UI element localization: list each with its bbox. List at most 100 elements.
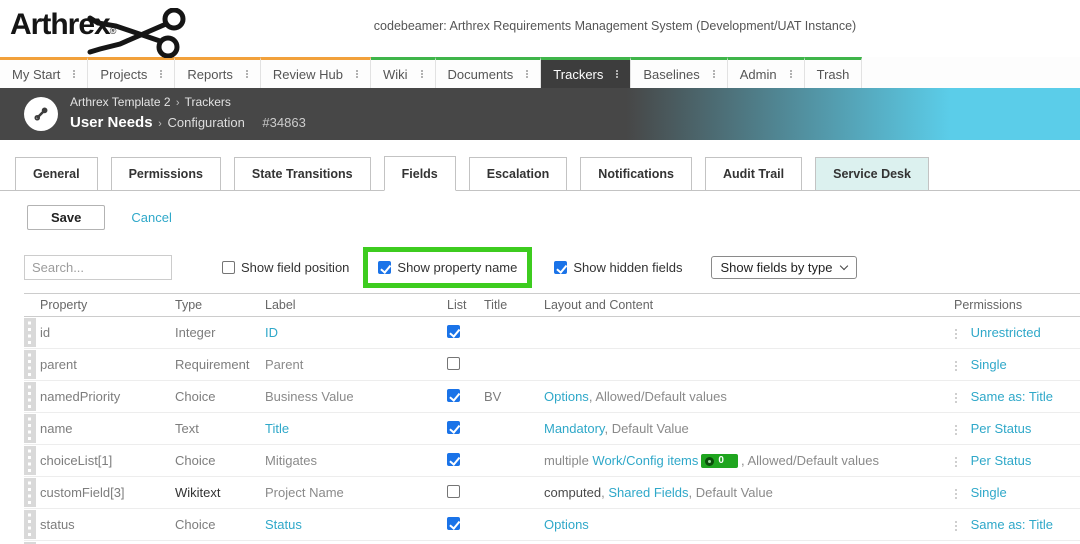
- nav-item-trash[interactable]: Trash: [805, 57, 863, 88]
- save-button[interactable]: Save: [27, 205, 105, 230]
- permission-link[interactable]: Same as: Title: [971, 389, 1053, 404]
- checkbox-label: Show hidden fields: [573, 260, 682, 275]
- drag-handle[interactable]: [24, 510, 36, 539]
- drag-handle[interactable]: [24, 446, 36, 475]
- permission-dots-icon: [955, 397, 957, 399]
- list-checkbox[interactable]: [447, 453, 460, 466]
- arthrex-logo[interactable]: Arthrex®: [10, 8, 200, 56]
- menu-dots-icon[interactable]: [421, 73, 423, 75]
- breadcrumb-section[interactable]: Trackers: [185, 95, 231, 109]
- nav-item-admin[interactable]: Admin: [728, 57, 805, 88]
- list-checkbox[interactable]: [447, 421, 460, 434]
- nav-item-label: Reports: [187, 67, 233, 82]
- app-header: Arthrex® codebeamer: Arthrex Requirement…: [0, 0, 1080, 57]
- layout-and-content: computed, Shared Fields, Default Value: [544, 485, 773, 500]
- permission-link[interactable]: Single: [971, 485, 1007, 500]
- field-type: Requirement: [175, 357, 249, 372]
- menu-dots-icon[interactable]: [713, 73, 715, 75]
- tab-notifications[interactable]: Notifications: [580, 157, 692, 191]
- menu-dots-icon[interactable]: [73, 73, 75, 75]
- list-checkbox[interactable]: [447, 485, 460, 498]
- key-icon: [32, 105, 50, 123]
- permission-link[interactable]: Same as: Title: [971, 517, 1053, 532]
- drag-handle[interactable]: [24, 350, 36, 379]
- page-title: Configuration: [167, 115, 244, 130]
- nav-item-trackers[interactable]: Trackers: [541, 57, 631, 88]
- list-checkbox[interactable]: [447, 517, 460, 530]
- nav-item-label: Review Hub: [273, 67, 343, 82]
- filters-row: Show field position Show property name S…: [24, 254, 1080, 280]
- drag-handle[interactable]: [24, 318, 36, 347]
- permission-link[interactable]: Per Status: [971, 453, 1032, 468]
- permission-dots-icon: [955, 333, 957, 335]
- scissors-icon: [86, 8, 190, 58]
- breadcrumb-separator: ›: [174, 97, 182, 109]
- cancel-link[interactable]: Cancel: [131, 210, 171, 225]
- filter-show-hidden-fields[interactable]: Show hidden fields: [554, 260, 682, 275]
- nav-item-review-hub[interactable]: Review Hub: [261, 57, 371, 88]
- permission-link[interactable]: Unrestricted: [971, 325, 1041, 340]
- field-label: ID: [265, 325, 278, 340]
- breadcrumb-project[interactable]: Arthrex Template 2: [70, 95, 171, 109]
- property-name: id: [40, 325, 50, 340]
- permission-dots-icon: [955, 493, 957, 495]
- filter-show-field-position[interactable]: Show field position: [222, 260, 349, 275]
- nav-item-baselines[interactable]: Baselines: [631, 57, 727, 88]
- list-checkbox[interactable]: [447, 325, 460, 338]
- drag-handle[interactable]: [24, 382, 36, 411]
- nav-item-documents[interactable]: Documents: [436, 57, 542, 88]
- nav-item-label: Trackers: [553, 67, 603, 82]
- checkbox-label: Show property name: [397, 260, 517, 275]
- nav-item-label: My Start: [12, 67, 60, 82]
- actions-row: Save Cancel: [27, 205, 1080, 230]
- tab-audit-trail[interactable]: Audit Trail: [705, 157, 802, 191]
- permission-link[interactable]: Per Status: [971, 421, 1032, 436]
- main-nav: My Start Projects Reports Review Hub Wik…: [0, 57, 1080, 88]
- chevron-down-icon: [839, 261, 847, 269]
- checkbox[interactable]: [554, 261, 567, 274]
- tracker-config-icon[interactable]: [24, 97, 58, 131]
- tab-label: Audit Trail: [723, 167, 784, 181]
- tab-label: General: [33, 167, 80, 181]
- permission-link[interactable]: Single: [971, 357, 1007, 372]
- nav-item-projects[interactable]: Projects: [88, 57, 175, 88]
- search-input[interactable]: [24, 255, 172, 280]
- permission-dots-icon: [955, 525, 957, 527]
- checkbox[interactable]: [222, 261, 235, 274]
- tab-escalation[interactable]: Escalation: [469, 157, 568, 191]
- menu-dots-icon[interactable]: [790, 73, 792, 75]
- menu-dots-icon[interactable]: [356, 73, 358, 75]
- tab-label: Notifications: [598, 167, 674, 181]
- tab-general[interactable]: General: [15, 157, 98, 191]
- permission-dots-icon: [955, 461, 957, 463]
- gear-count-badge[interactable]: 0: [701, 454, 738, 468]
- menu-dots-icon[interactable]: [526, 73, 528, 75]
- checkbox[interactable]: [378, 261, 391, 274]
- tab-fields[interactable]: Fields: [384, 156, 456, 191]
- property-name: choiceList[1]: [40, 453, 112, 468]
- title-abbreviation: BV: [484, 389, 501, 404]
- menu-dots-icon[interactable]: [160, 73, 162, 75]
- table-row-status: status Choice Status Options Same as: Ti…: [24, 509, 1080, 541]
- menu-dots-icon[interactable]: [616, 73, 618, 75]
- show-fields-by-type-select[interactable]: Show fields by type: [711, 256, 857, 279]
- list-checkbox[interactable]: [447, 357, 460, 370]
- layout-and-content: multiple Work/Config items0, Allowed/Def…: [544, 453, 879, 468]
- filter-show-property-name[interactable]: Show property name: [363, 247, 532, 288]
- field-type: Wikitext: [175, 485, 221, 500]
- tab-permissions[interactable]: Permissions: [111, 157, 221, 191]
- filter-checkboxes: Show field position Show property name S…: [222, 260, 699, 275]
- tab-service-desk[interactable]: Service Desk: [815, 157, 929, 191]
- menu-dots-icon[interactable]: [246, 73, 248, 75]
- drag-handle[interactable]: [24, 414, 36, 443]
- list-checkbox[interactable]: [447, 389, 460, 402]
- nav-item-wiki[interactable]: Wiki: [371, 57, 436, 88]
- drag-handle[interactable]: [24, 478, 36, 507]
- tab-state-transitions[interactable]: State Transitions: [234, 157, 371, 191]
- nav-item-reports[interactable]: Reports: [175, 57, 261, 88]
- property-name: name: [40, 421, 73, 436]
- table-row-customfield-3: customField[3] Wikitext Project Name com…: [24, 477, 1080, 509]
- tracker-title[interactable]: User Needs: [70, 114, 153, 131]
- property-name: customField[3]: [40, 485, 125, 500]
- nav-item-my-start[interactable]: My Start: [0, 57, 88, 88]
